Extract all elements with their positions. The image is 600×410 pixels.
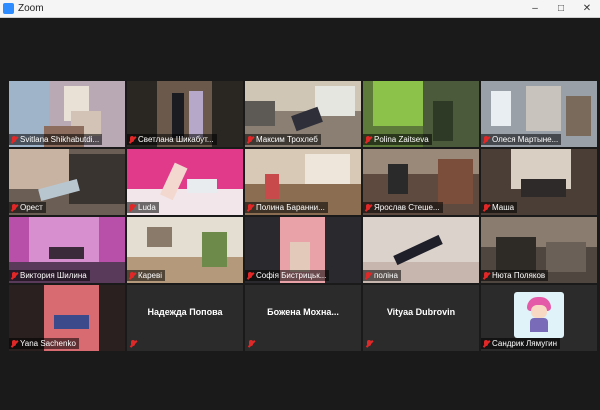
muted-mic-icon [129,135,135,144]
participant-tile[interactable]: Виктория Шилина [9,217,125,283]
muted-mic-icon [11,339,17,348]
participant-tile[interactable]: Олеся Мартыне... [481,81,597,147]
muted-mic-icon [483,203,489,212]
maximize-button[interactable]: □ [548,0,574,17]
muted-mic-icon [11,203,17,212]
participant-tile[interactable]: Надежда Попова [127,285,243,351]
participant-name-tag: Svitlana Shikhabutdi... [9,134,103,145]
participant-tile[interactable]: Кареві [127,217,243,283]
participant-tile[interactable]: Маша [481,149,597,215]
muted-mic-icon [483,339,489,348]
muted-mic-icon [129,203,135,212]
participant-name-center: Надежда Попова [147,307,223,317]
participant-tile[interactable]: Luda [127,149,243,215]
muted-mic-icon [483,271,489,280]
participant-name-tag: Yana Sachenko [9,338,79,349]
participant-tile[interactable]: Yana Sachenko [9,285,125,351]
window-title: Zoom [18,3,44,14]
participant-tile[interactable]: Polina Zaitseva [363,81,479,147]
participant-name-tag: поліна [363,270,401,281]
muted-mic-icon [247,135,253,144]
participant-name-tag: Виктория Шилина [9,270,90,281]
participant-name-tag: Нюта Поляков [481,270,549,281]
participant-name-tag: Олеся Мартыне... [481,134,562,145]
muted-mic-icon [130,340,136,348]
muted-mic-icon [248,340,254,348]
participant-tile[interactable]: Svitlana Shikhabutdi... [9,81,125,147]
muted-mic-icon [129,271,135,280]
muted-mic-icon [483,135,489,144]
participant-tile[interactable]: поліна [363,217,479,283]
participant-name-tag: Маша [481,202,518,213]
participant-name-center: Божена Мохна... [267,307,339,317]
participant-tile[interactable]: Софія Бистрицьк... [245,217,361,283]
participant-name-tag: Luda [127,202,159,213]
participant-name-tag: Софія Бистрицьк... [245,270,330,281]
muted-mic-icon [247,203,253,212]
participant-name-tag: Орест [9,202,46,213]
muted-mic-icon [365,135,371,144]
participant-name-center: Vityaa Dubrovin [386,307,456,317]
participant-tile[interactable]: Сандрик Лямугин [481,285,597,351]
minimize-button[interactable]: – [522,0,548,17]
participant-tile[interactable]: Светлана Шикабут... [127,81,243,147]
muted-mic-icon [366,340,372,348]
window-controls: – □ ✕ [522,0,600,17]
muted-mic-icon [365,271,371,280]
gallery-view: Svitlana Shikhabutdi... Светлана Шикабут… [0,18,600,410]
participant-tile[interactable]: Vityaa Dubrovin [363,285,479,351]
participant-name-tag: Polina Zaitseva [363,134,432,145]
participant-name-tag: Кареві [127,270,166,281]
participant-tile[interactable]: Максим Трохлеб [245,81,361,147]
participant-name-tag: Светлана Шикабут... [127,134,217,145]
muted-mic-icon [365,203,371,212]
muted-mic-icon [247,271,253,280]
participant-name-tag: Сандрик Лямугин [481,338,561,349]
participant-name-tag: Ярослав Стеше... [363,202,443,213]
avatar [514,292,564,338]
participant-name-tag: Максим Трохлеб [245,134,321,145]
muted-mic-icon [11,135,17,144]
participant-tile[interactable]: Божена Мохна... [245,285,361,351]
participant-tile[interactable]: Нюта Поляков [481,217,597,283]
muted-mic-icon [11,271,17,280]
participant-tile[interactable]: Ярослав Стеше... [363,149,479,215]
window-titlebar: Zoom – □ ✕ [0,0,600,18]
participant-tile[interactable]: Полина Баранни... [245,149,361,215]
participant-name-tag: Полина Баранни... [245,202,328,213]
close-button[interactable]: ✕ [574,0,600,17]
participant-tile[interactable]: Орест [9,149,125,215]
zoom-app-icon [3,3,14,14]
